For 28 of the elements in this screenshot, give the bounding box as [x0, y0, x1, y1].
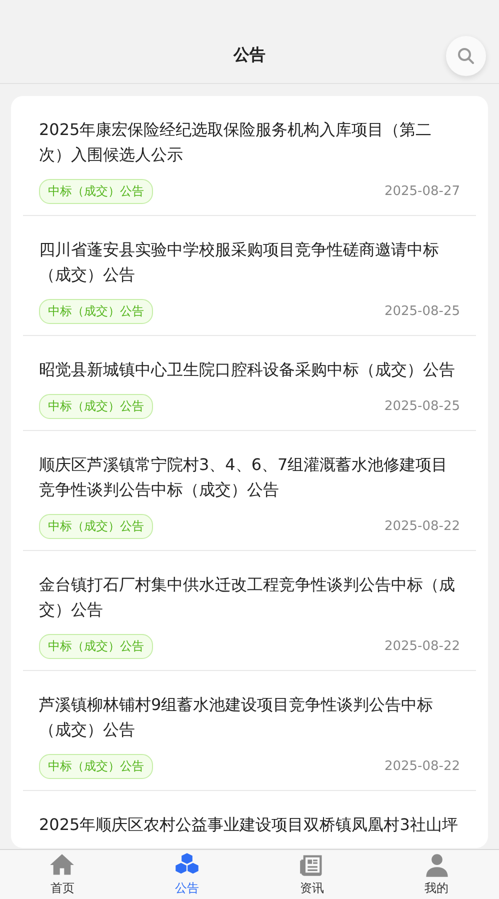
notice-title[interactable]: 2025年顺庆区农村公益事业建设项目双桥镇凤凰村3社山坪: [39, 812, 460, 837]
category-tag: 中标（成交）公告: [39, 754, 153, 779]
notice-date: 2025-08-22: [384, 639, 460, 654]
notice-title[interactable]: 芦溪镇柳林铺村9组蓄水池建设项目竞争性谈判公告中标（成交）公告: [39, 692, 460, 742]
notice-date: 2025-08-25: [384, 399, 460, 414]
page-title: 公告: [234, 45, 266, 66]
tab-item[interactable]: 资讯: [250, 850, 374, 899]
notice-title[interactable]: 昭觉县新城镇中心卫生院口腔科设备采购中标（成交）公告: [39, 357, 460, 382]
notice-date: 2025-08-25: [384, 304, 460, 319]
notice-title[interactable]: 2025年康宏保险经纪选取保险服务机构入库项目（第二次）入围候选人公示: [39, 117, 460, 167]
tab-item[interactable]: 我的: [374, 850, 499, 899]
notice-title[interactable]: 顺庆区芦溪镇常宁院村3、4、6、7组灌溉蓄水池修建项目竞争性谈判公告中标（成交）公告: [39, 452, 460, 502]
category-tag: 中标（成交）公告: [39, 299, 153, 324]
person-icon: [424, 852, 450, 878]
category-tag: 中标（成交）公告: [39, 394, 153, 419]
search-icon: [457, 47, 475, 65]
search-button[interactable]: [446, 36, 486, 76]
home-icon: [49, 852, 76, 878]
tab-item[interactable]: 公告: [124, 850, 250, 899]
category-tag: 中标（成交）公告: [39, 634, 153, 659]
notice-date: 2025-08-27: [384, 184, 460, 199]
notice-title[interactable]: 四川省蓬安县实验中学校服采购项目竞争性磋商邀请中标（成交）公告: [39, 237, 460, 287]
notice-title[interactable]: 金台镇打石厂村集中供水迁改工程竞争性谈判公告中标（成交）公告: [39, 572, 460, 622]
notice-date: 2025-08-22: [384, 519, 460, 534]
category-tag: 中标（成交）公告: [39, 179, 153, 204]
notice-date: 2025-08-22: [384, 759, 460, 774]
tab-item[interactable]: 首页: [0, 850, 125, 899]
category-tag: 中标（成交）公告: [39, 514, 153, 539]
